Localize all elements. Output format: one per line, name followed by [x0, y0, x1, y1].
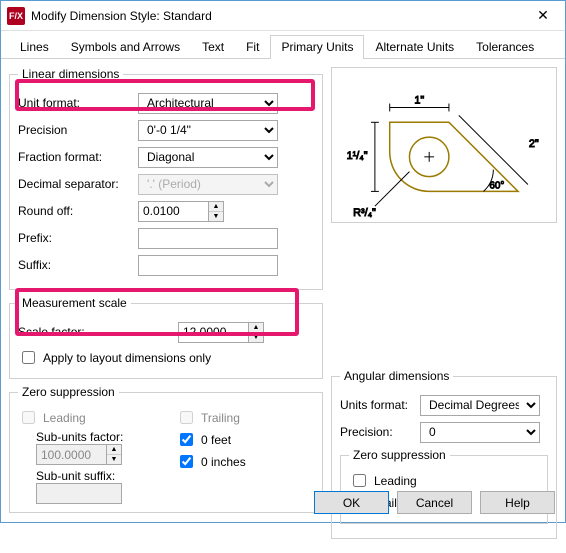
zero-feet-checkbox[interactable] — [180, 433, 193, 446]
round-off-input[interactable] — [138, 201, 208, 222]
spin-down-icon[interactable]: ▼ — [209, 212, 223, 221]
preview-radius: R³/₄" — [353, 207, 376, 219]
zero-feet-label: 0 feet — [201, 433, 231, 447]
measurement-legend: Measurement scale — [18, 296, 131, 310]
prefix-input[interactable] — [138, 228, 278, 249]
trailing-label: Trailing — [201, 411, 240, 425]
cancel-button[interactable]: Cancel — [397, 491, 472, 514]
decimal-separator-select: '.' (Period) — [138, 174, 278, 195]
sub-unit-suffix-label: Sub-unit suffix: — [36, 469, 156, 483]
angular-leading-label: Leading — [374, 474, 417, 488]
zero-left-legend: Zero suppression — [18, 385, 119, 399]
preview-dim-1: 1" — [414, 95, 424, 107]
angular-units-format-select[interactable]: Decimal Degrees — [420, 395, 540, 416]
zero-suppression-left-group: Zero suppression Leading Sub-units facto… — [9, 385, 323, 513]
apply-layout-label: Apply to layout dimensions only — [43, 351, 211, 365]
sub-units-factor-spinner: ▲▼ — [36, 444, 122, 465]
prefix-label: Prefix: — [18, 231, 138, 245]
apply-layout-checkbox[interactable] — [22, 351, 35, 364]
fraction-format-label: Fraction format: — [18, 150, 138, 164]
close-button[interactable]: ✕ — [521, 2, 565, 30]
angular-precision-label: Precision: — [340, 425, 420, 439]
window-title: Modify Dimension Style: Standard — [31, 9, 521, 23]
content-area: Linear dimensions Unit format: Architect… — [1, 59, 565, 553]
sub-unit-suffix-input — [36, 483, 122, 504]
zero-right-legend: Zero suppression — [349, 448, 450, 462]
zero-inches-label: 0 inches — [201, 455, 246, 469]
preview-pane: 1" 1¹/₄" 2" 60° R³/₄" — [331, 67, 557, 223]
sub-units-factor-input — [36, 444, 106, 465]
angular-units-format-label: Units format: — [340, 398, 420, 412]
leading-checkbox — [22, 411, 35, 424]
tab-fit[interactable]: Fit — [235, 35, 270, 58]
help-button[interactable]: Help — [480, 491, 555, 514]
leading-label: Leading — [43, 411, 86, 425]
fraction-format-select[interactable]: Diagonal — [138, 147, 278, 168]
spin-up-icon[interactable]: ▲ — [249, 323, 263, 333]
angular-leading-checkbox[interactable] — [353, 474, 366, 487]
precision-select[interactable]: 0'-0 1/4" — [138, 120, 278, 141]
scale-factor-label: Scale factor: — [18, 325, 178, 339]
angular-precision-select[interactable]: 0 — [420, 422, 540, 443]
preview-angle: 60° — [489, 180, 504, 191]
app-icon: F/X — [7, 7, 25, 25]
spin-up-icon[interactable]: ▲ — [209, 202, 223, 212]
tab-symbols-arrows[interactable]: Symbols and Arrows — [60, 35, 191, 58]
round-off-label: Round off: — [18, 204, 138, 218]
scale-factor-spinner[interactable]: ▲▼ — [178, 322, 264, 343]
decimal-separator-label: Decimal separator: — [18, 177, 138, 191]
dialog-window: F/X Modify Dimension Style: Standard ✕ L… — [0, 0, 566, 523]
scale-factor-input[interactable] — [178, 322, 248, 343]
precision-label: Precision — [18, 123, 138, 137]
tab-text[interactable]: Text — [191, 35, 235, 58]
ok-button[interactable]: OK — [314, 491, 389, 514]
preview-dim-2: 1¹/₄" — [347, 150, 368, 162]
unit-format-select[interactable]: Architectural — [138, 93, 278, 114]
button-bar: OK Cancel Help — [314, 491, 555, 514]
unit-format-label: Unit format: — [18, 96, 138, 110]
tab-strip: Lines Symbols and Arrows Text Fit Primar… — [1, 31, 565, 59]
angular-legend: Angular dimensions — [340, 369, 453, 383]
tab-primary-units[interactable]: Primary Units — [270, 35, 364, 59]
tab-lines[interactable]: Lines — [9, 35, 60, 58]
linear-legend: Linear dimensions — [18, 67, 123, 81]
suffix-label: Suffix: — [18, 258, 138, 272]
zero-inches-checkbox[interactable] — [180, 455, 193, 468]
preview-dim-3: 2" — [529, 138, 539, 150]
sub-units-factor-label: Sub-units factor: — [36, 430, 156, 444]
tab-alternate-units[interactable]: Alternate Units — [364, 35, 465, 58]
round-off-spinner[interactable]: ▲▼ — [138, 201, 224, 222]
trailing-checkbox — [180, 411, 193, 424]
spin-down-icon[interactable]: ▼ — [249, 333, 263, 342]
tab-tolerances[interactable]: Tolerances — [465, 35, 545, 58]
suffix-input[interactable] — [138, 255, 278, 276]
measurement-scale-group: Measurement scale Scale factor: ▲▼ Apply… — [9, 296, 323, 379]
linear-dimensions-group: Linear dimensions Unit format: Architect… — [9, 67, 323, 290]
titlebar: F/X Modify Dimension Style: Standard ✕ — [1, 1, 565, 31]
